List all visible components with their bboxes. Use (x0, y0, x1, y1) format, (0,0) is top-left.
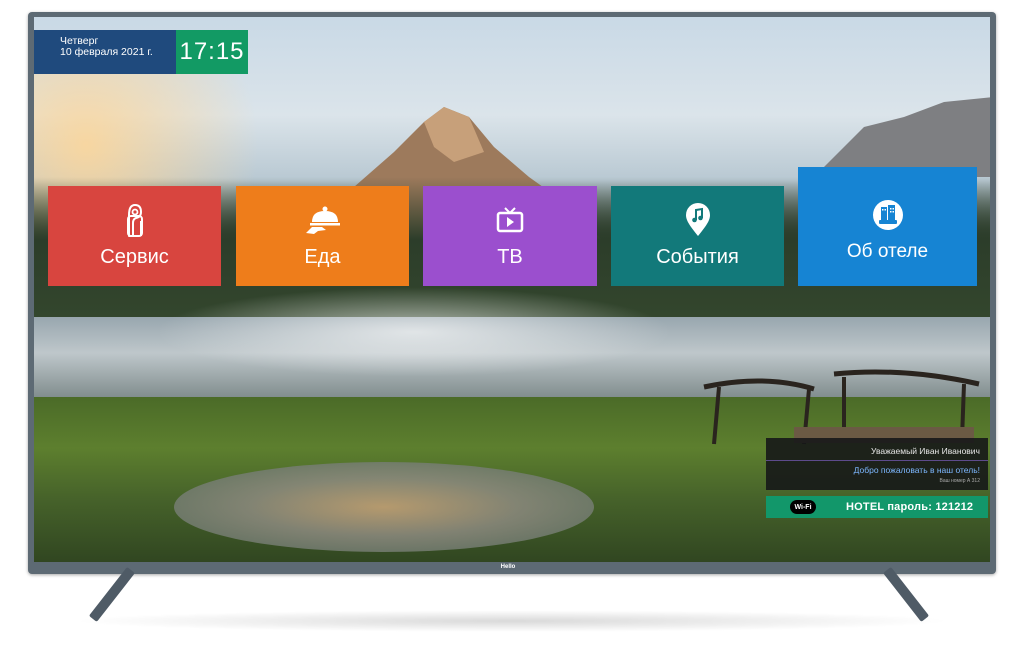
tile-tv-label: ТВ (497, 246, 523, 268)
tile-hotel[interactable]: Об отеле (798, 167, 977, 286)
clock: 17:15 (176, 30, 248, 74)
datetime-widget: Четверг 10 февраля 2021 г. 17:15 (34, 30, 248, 74)
tile-tv[interactable]: ТВ (423, 186, 597, 286)
welcome-message: Добро пожаловать в наш отель! (853, 465, 980, 475)
tv-brand-logo: Hello (500, 564, 516, 570)
tile-food[interactable]: Еда (236, 186, 409, 286)
cloche-icon (305, 202, 341, 238)
mountain-right (814, 97, 990, 177)
room-number: Ваш номер А 312 (939, 478, 980, 484)
wifi-password: HOTEL пароль: 121212 (846, 501, 974, 513)
tile-events[interactable]: События (611, 186, 784, 286)
guest-name: Уважаемый Иван Иванович (766, 438, 988, 461)
hotel-icon (870, 197, 906, 233)
wifi-banner: Wi-Fi HOTEL пароль: 121212 (766, 496, 988, 518)
door-hanger-icon (117, 202, 153, 238)
greeting-panel: Уважаемый Иван Иванович Добро пожаловать… (766, 438, 988, 490)
floor-shadow (70, 610, 954, 632)
dock (703, 369, 980, 445)
tv-icon (492, 202, 528, 238)
music-pin-icon (680, 202, 716, 238)
pond (174, 462, 594, 552)
tile-service[interactable]: Сервис (48, 186, 221, 286)
tile-events-label: События (656, 246, 739, 268)
tile-service-label: Сервис (100, 246, 169, 268)
tile-hotel-label: Об отеле (846, 241, 929, 262)
date-box: Четверг 10 февраля 2021 г. (34, 30, 176, 74)
tile-food-label: Еда (304, 246, 341, 268)
mist (154, 287, 674, 377)
date-label: 10 февраля 2021 г. (60, 46, 153, 58)
wifi-icon: Wi-Fi (790, 500, 816, 514)
